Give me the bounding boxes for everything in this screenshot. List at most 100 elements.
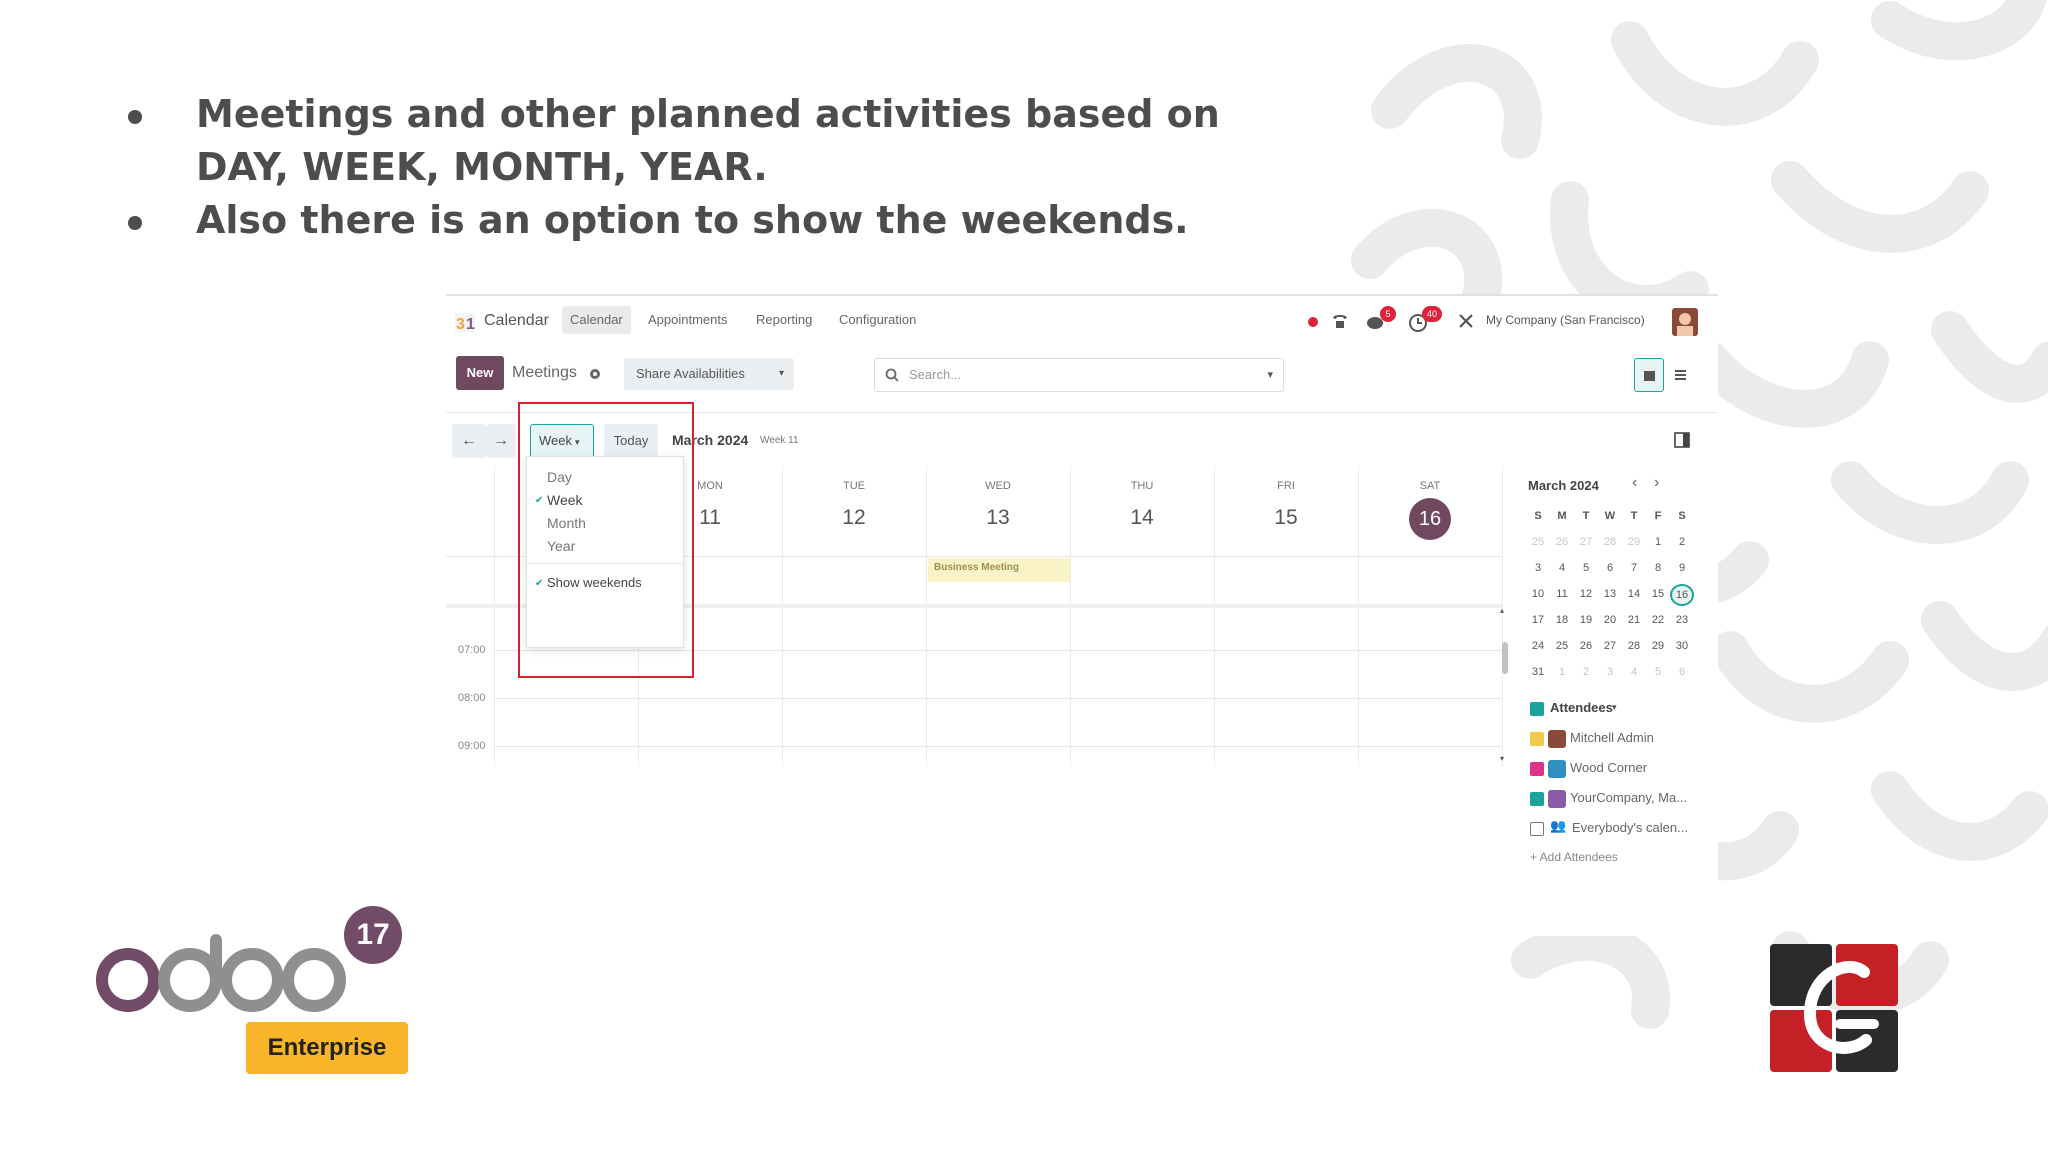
mini-calendar-day[interactable]: 17 — [1526, 614, 1550, 626]
mini-calendar-day[interactable]: 15 — [1646, 588, 1670, 600]
grid-line — [494, 746, 1502, 747]
mini-calendar-day[interactable]: 9 — [1670, 562, 1694, 574]
share-availabilities-button[interactable]: Share Availabilities ▾ — [624, 358, 794, 390]
mini-calendar-day[interactable]: 14 — [1622, 588, 1646, 600]
mini-calendar-grid: S M T W T F S 25 26 27 28 29 1 2 3 4 5 6 7 8 9 10 11 12 13 14 15 16… — [1526, 510, 1694, 680]
mini-calendar-day[interactable]: 19 — [1574, 614, 1598, 626]
attendee-checkbox[interactable] — [1530, 822, 1544, 836]
scroll-up-icon[interactable]: ▴ — [1500, 606, 1504, 615]
mini-calendar-day[interactable]: 25 — [1526, 536, 1550, 548]
mini-weekday-label: S — [1534, 510, 1542, 522]
company-logo — [1770, 944, 1898, 1072]
day-number[interactable]: 12 — [824, 506, 884, 530]
bullet-list: Meetings and other planned activities ba… — [120, 88, 1220, 247]
scrollbar-thumb[interactable] — [1502, 642, 1508, 674]
mini-calendar-day[interactable]: 20 — [1598, 614, 1622, 626]
mini-calendar-day[interactable]: 6 — [1670, 666, 1694, 678]
mini-calendar-day[interactable]: 23 — [1670, 614, 1694, 626]
recording-dot-icon[interactable] — [1308, 317, 1318, 327]
mini-calendar-day[interactable]: 1 — [1646, 536, 1670, 548]
attendee-avatar — [1548, 760, 1566, 778]
mini-calendar-day[interactable]: 8 — [1646, 562, 1670, 574]
mini-calendar-day[interactable]: 22 — [1646, 614, 1670, 626]
highlight-annotation-box — [518, 402, 694, 678]
attendee-name: Everybody's calen... — [1572, 820, 1688, 835]
mini-calendar-day[interactable]: 4 — [1622, 666, 1646, 678]
mini-calendar-day[interactable]: 5 — [1646, 666, 1670, 678]
new-button[interactable]: New — [456, 356, 504, 390]
menu-reporting[interactable]: Reporting — [756, 312, 812, 327]
version-badge: 17 — [344, 906, 402, 964]
mini-calendar-day[interactable]: 28 — [1598, 536, 1622, 548]
mini-calendar-day[interactable]: 28 — [1622, 640, 1646, 652]
add-attendees-link[interactable]: + Add Attendees — [1530, 850, 1618, 864]
menu-appointments[interactable]: Appointments — [648, 312, 728, 327]
grid-line — [782, 466, 783, 766]
attendee-name: Mitchell Admin — [1570, 730, 1654, 745]
day-name: SAT — [1419, 480, 1441, 492]
mini-calendar-day[interactable]: 7 — [1622, 562, 1646, 574]
search-icon — [885, 368, 899, 382]
day-name: TUE — [843, 480, 865, 492]
mini-calendar-day[interactable]: 27 — [1574, 536, 1598, 548]
mini-prev-month-icon[interactable]: ‹ — [1632, 474, 1637, 492]
mini-calendar-day[interactable]: 11 — [1550, 588, 1574, 600]
scrollbar[interactable]: ▴ ▾ — [1500, 606, 1510, 766]
list-view-button[interactable] — [1666, 358, 1696, 392]
mini-calendar-day[interactable]: 25 — [1550, 640, 1574, 652]
mini-calendar-day[interactable]: 29 — [1622, 536, 1646, 548]
app-name[interactable]: Calendar — [484, 312, 549, 330]
search-input[interactable]: Search... ▾ — [874, 358, 1284, 392]
mini-calendar-day[interactable]: 2 — [1574, 666, 1598, 678]
mini-calendar-day[interactable]: 3 — [1526, 562, 1550, 574]
mini-calendar-day[interactable]: 31 — [1526, 666, 1550, 678]
menu-configuration[interactable]: Configuration — [839, 312, 916, 327]
mini-calendar-day[interactable]: 6 — [1598, 562, 1622, 574]
mini-calendar-day[interactable]: 18 — [1550, 614, 1574, 626]
attendees-checkbox[interactable] — [1530, 702, 1544, 716]
sidebar-toggle-icon[interactable] — [1674, 432, 1690, 448]
menu-calendar[interactable]: Calendar — [562, 306, 631, 334]
day-number[interactable]: 14 — [1112, 506, 1172, 530]
tools-icon[interactable] — [1458, 313, 1474, 329]
mini-calendar-day[interactable]: 3 — [1598, 666, 1622, 678]
search-dropdown-toggle-icon[interactable]: ▾ — [1267, 359, 1273, 391]
mini-calendar-day[interactable]: 13 — [1598, 588, 1622, 600]
mini-calendar-day[interactable]: 2 — [1670, 536, 1694, 548]
bullet-text: Also there is an option to show the week… — [196, 198, 1189, 242]
mini-calendar-day[interactable]: 12 — [1574, 588, 1598, 600]
mini-calendar-day[interactable]: 1 — [1550, 666, 1574, 678]
previous-arrow-icon[interactable]: ← — [452, 424, 486, 458]
phone-icon[interactable] — [1330, 311, 1350, 331]
next-arrow-icon[interactable]: → — [486, 424, 516, 458]
mini-calendar-day[interactable]: 30 — [1670, 640, 1694, 652]
mini-next-month-icon[interactable]: › — [1654, 474, 1659, 492]
mini-calendar-day[interactable]: 27 — [1598, 640, 1622, 652]
messages-badge: 5 — [1380, 306, 1396, 322]
scroll-down-icon[interactable]: ▾ — [1500, 754, 1504, 763]
week-number: Week 11 — [760, 435, 799, 446]
today-day-number[interactable]: 16 — [1409, 498, 1451, 540]
users-icon: 👥 — [1550, 818, 1567, 833]
mini-weekday-label: S — [1678, 510, 1686, 522]
calendar-view-button[interactable] — [1634, 358, 1664, 392]
attendee-checkbox[interactable] — [1530, 792, 1544, 806]
gear-icon[interactable] — [588, 367, 602, 381]
user-avatar[interactable] — [1672, 308, 1698, 336]
mini-calendar-day[interactable]: 24 — [1526, 640, 1550, 652]
mini-calendar-day[interactable]: 21 — [1622, 614, 1646, 626]
company-switcher[interactable]: My Company (San Francisco) — [1486, 313, 1645, 327]
mini-calendar-day[interactable]: 26 — [1574, 640, 1598, 652]
mini-calendar-day[interactable]: 5 — [1574, 562, 1598, 574]
attendee-checkbox[interactable] — [1530, 732, 1544, 746]
mini-calendar-day[interactable]: 10 — [1526, 588, 1550, 600]
mini-calendar-day[interactable]: 29 — [1646, 640, 1670, 652]
day-number[interactable]: 15 — [1256, 506, 1316, 530]
mini-calendar-day[interactable]: 4 — [1550, 562, 1574, 574]
day-number[interactable]: 13 — [968, 506, 1028, 530]
mini-calendar-today[interactable]: 16 — [1670, 584, 1694, 606]
attendee-checkbox[interactable] — [1530, 762, 1544, 776]
attendees-title[interactable]: Attendees — [1550, 700, 1613, 715]
mini-calendar-day[interactable]: 26 — [1550, 536, 1574, 548]
event-business-meeting[interactable]: Business Meeting — [928, 558, 1070, 582]
